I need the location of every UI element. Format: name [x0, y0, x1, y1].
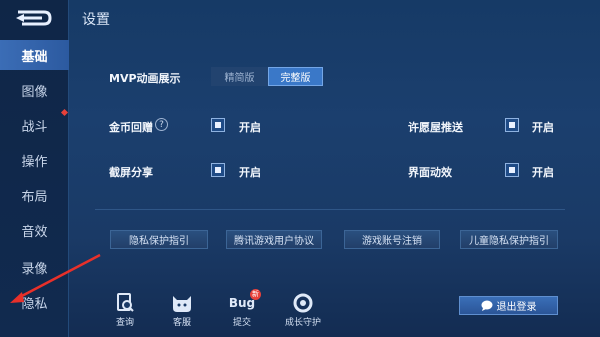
check-mark-icon: [215, 167, 221, 173]
sidebar: 基础 图像 战斗 操作 布局 音效 录像 隐私: [0, 0, 69, 337]
screenshot-share-label: 截屏分享: [109, 166, 153, 179]
ui-effects-label: 界面动效: [408, 166, 452, 179]
query-icon: [117, 293, 134, 312]
mvp-option-full[interactable]: 完整版: [268, 67, 323, 86]
sidebar-item-basic[interactable]: 基础: [0, 40, 69, 70]
coin-reward-label: 金币回赠: [109, 121, 153, 134]
sidebar-item-label: 布局: [21, 189, 48, 205]
help-icon[interactable]: ?: [155, 118, 168, 131]
sidebar-item-layout[interactable]: 布局: [0, 180, 69, 210]
customer-service-icon: [173, 296, 191, 312]
sidebar-item-label: 音效: [21, 224, 48, 240]
sidebar-item-partial[interactable]: [0, 322, 69, 337]
back-arrow-icon: [16, 10, 52, 26]
ui-effects-value: 开启: [532, 166, 554, 179]
logout-button[interactable]: 退出登录: [459, 296, 558, 315]
sidebar-item-label: 录像: [21, 261, 48, 277]
page-title: 设置: [82, 12, 110, 28]
sidebar-item-label: 隐私: [21, 296, 48, 312]
tool-label: 提交: [232, 318, 251, 328]
logout-label: 退出登录: [496, 302, 537, 313]
growth-guard-button[interactable]: 成长守护: [278, 292, 328, 332]
screenshot-share-value: 开启: [239, 166, 261, 179]
screenshot-share-checkbox[interactable]: [211, 163, 225, 177]
sidebar-item-privacy[interactable]: 隐私: [0, 287, 69, 317]
coin-reward-checkbox[interactable]: [211, 118, 225, 132]
chat-icon: [481, 300, 492, 311]
check-mark-icon: [509, 122, 515, 128]
tool-label: 查询: [115, 318, 134, 328]
child-privacy-guide-button[interactable]: 儿童隐私保护指引: [460, 230, 558, 249]
wish-push-value: 开启: [532, 121, 554, 134]
growth-guard-icon: [293, 293, 313, 313]
customer-service-button[interactable]: 客服: [162, 292, 202, 332]
tool-label: 成长守护: [284, 318, 321, 328]
sidebar-item-graphics[interactable]: 图像: [0, 75, 69, 105]
bug-submit-button[interactable]: Bug 新 提交: [222, 289, 262, 332]
mvp-option-simple[interactable]: 精简版: [211, 67, 268, 86]
sidebar-item-label: 战斗: [21, 119, 48, 135]
wish-push-checkbox[interactable]: [505, 118, 519, 132]
check-mark-icon: [215, 122, 221, 128]
ui-effects-checkbox[interactable]: [505, 163, 519, 177]
sidebar-item-label: 操作: [21, 154, 48, 170]
sidebar-item-replay[interactable]: 录像: [0, 252, 69, 282]
query-button[interactable]: 查询: [105, 292, 145, 332]
sidebar-item-sound[interactable]: 音效: [0, 215, 69, 245]
new-badge: 新: [250, 289, 261, 300]
sidebar-item-label: 基础: [21, 49, 48, 65]
mvp-animation-label: MVP动画展示: [109, 72, 181, 85]
check-mark-icon: [509, 167, 515, 173]
account-cancel-button[interactable]: 游戏账号注销: [344, 230, 440, 249]
coin-reward-value: 开启: [239, 121, 261, 134]
back-button[interactable]: [12, 6, 52, 30]
wish-push-label: 许愿屋推送: [408, 121, 463, 134]
user-agreement-button[interactable]: 腾讯游戏用户协议: [226, 230, 322, 249]
privacy-guide-button[interactable]: 隐私保护指引: [110, 230, 208, 249]
section-divider: [95, 209, 565, 210]
sidebar-item-label: 图像: [21, 84, 48, 100]
tool-label: 客服: [172, 318, 191, 328]
sidebar-item-combat[interactable]: 战斗: [0, 110, 69, 140]
sidebar-item-controls[interactable]: 操作: [0, 145, 69, 175]
